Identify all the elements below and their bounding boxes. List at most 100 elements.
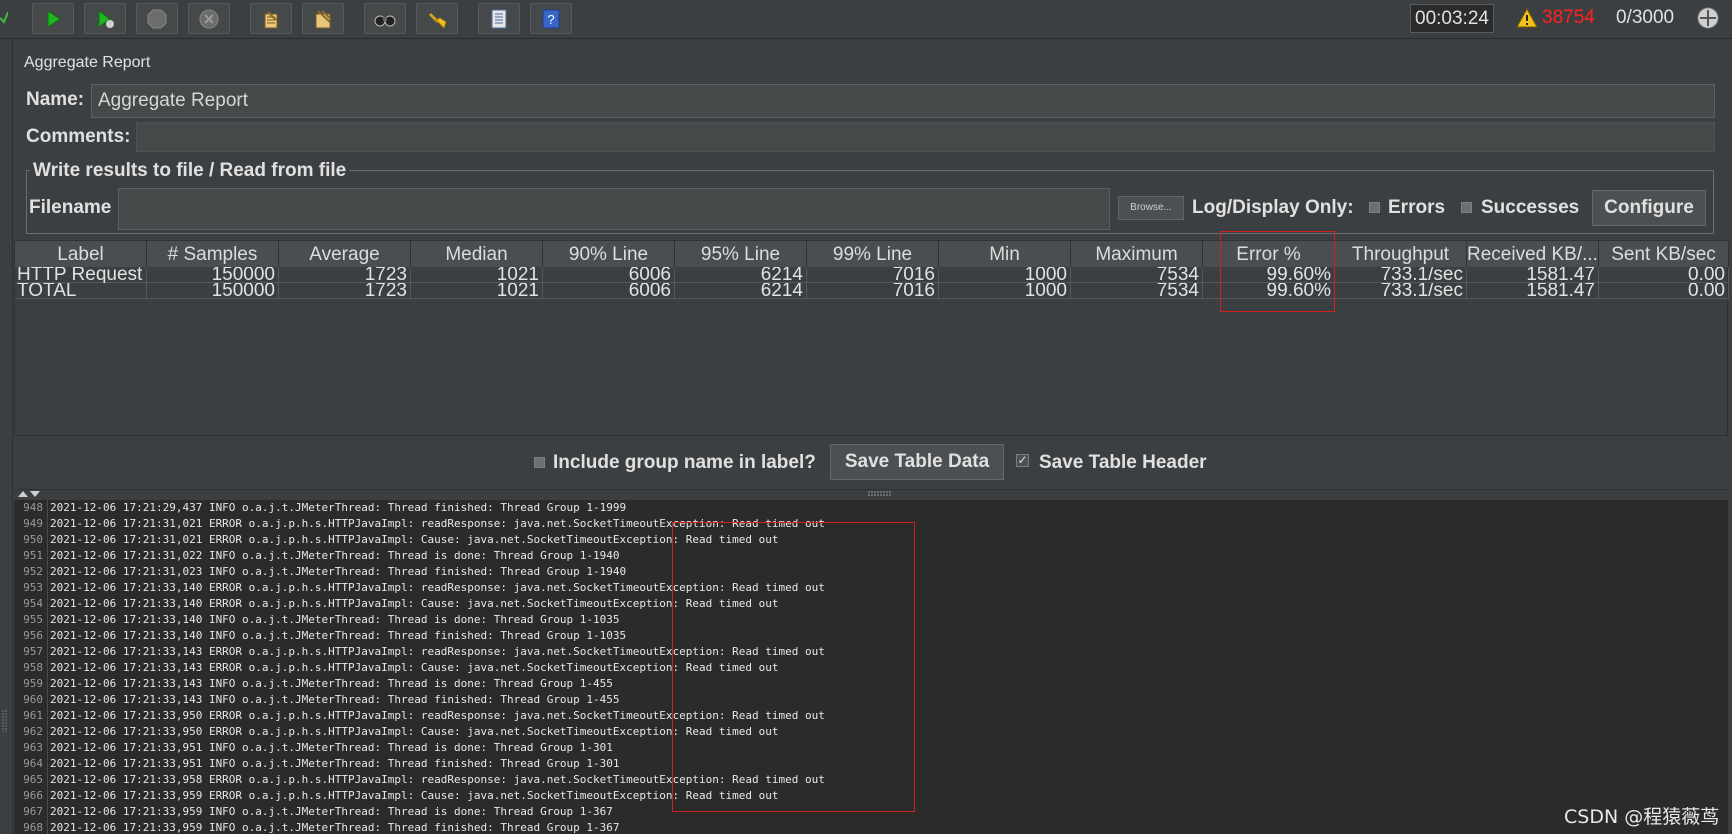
errors-checkbox[interactable] xyxy=(1369,202,1380,213)
stop-icon xyxy=(147,9,167,28)
line-number: 956 xyxy=(14,628,48,644)
line-number: 958 xyxy=(14,660,48,676)
log-line: 952 2021-12-06 17:21:31,023 INFO o.a.j.t.… xyxy=(14,564,626,580)
save-table-header-checkbox[interactable]: ✓ xyxy=(1016,454,1029,467)
successes-checkbox[interactable] xyxy=(1461,202,1472,213)
stop-button[interactable] xyxy=(136,3,178,34)
filename-field[interactable] xyxy=(118,188,1110,230)
clear-icon xyxy=(264,10,278,28)
log-text: 2021-12-06 17:21:33,959 INFO o.a.j.t.JMe… xyxy=(50,805,613,818)
table-cell: 1723 xyxy=(279,283,411,299)
browse-button[interactable]: Browse... xyxy=(1118,196,1184,220)
elapsed-timer: 00:03:24 xyxy=(1410,4,1494,33)
log-line: 960 2021-12-06 17:21:33,143 INFO o.a.j.t.… xyxy=(14,692,620,708)
log-text: 2021-12-06 17:21:33,951 INFO o.a.j.t.JMe… xyxy=(50,757,620,770)
remote-icon[interactable] xyxy=(1696,6,1720,30)
column-header[interactable]: 95% Line xyxy=(675,241,807,267)
column-header[interactable]: Received KB/... xyxy=(1467,241,1599,267)
include-group-checkbox[interactable] xyxy=(534,457,545,468)
log-text: 2021-12-06 17:21:33,951 INFO o.a.j.t.JMe… xyxy=(50,741,613,754)
table-cell: TOTAL xyxy=(15,283,147,299)
column-header[interactable]: Label xyxy=(15,241,147,267)
line-number: 959 xyxy=(14,676,48,692)
column-header[interactable]: Median xyxy=(411,241,543,267)
clear-all-icon xyxy=(315,9,332,28)
table-cell: 1723 xyxy=(279,267,411,283)
line-number: 967 xyxy=(14,804,48,820)
column-header[interactable]: 90% Line xyxy=(543,241,675,267)
comments-label: Comments: xyxy=(26,126,131,147)
include-group-label: Include group name in label? xyxy=(553,452,816,473)
log-line: 959 2021-12-06 17:21:33,143 INFO o.a.j.t.… xyxy=(14,676,613,692)
function-helper-button[interactable] xyxy=(478,3,520,34)
table-cell: 1581.47 xyxy=(1467,267,1599,283)
save-table-data-button[interactable]: Save Table Data xyxy=(830,444,1004,480)
column-header[interactable]: Sent KB/sec xyxy=(1599,241,1729,267)
grip-icon[interactable] xyxy=(868,490,892,497)
table-cell: 1000 xyxy=(939,283,1071,299)
line-number: 964 xyxy=(14,756,48,772)
column-header[interactable]: Throughput xyxy=(1335,241,1467,267)
clear-all-button[interactable] xyxy=(302,3,344,34)
timeout-highlight xyxy=(672,522,915,812)
column-header[interactable]: Maximum xyxy=(1071,241,1203,267)
log-line: 948 2021-12-06 17:21:29,437 INFO o.a.j.t.… xyxy=(14,500,626,516)
line-number: 963 xyxy=(14,740,48,756)
configure-button[interactable]: Configure xyxy=(1592,190,1706,226)
clear-button[interactable] xyxy=(250,3,292,34)
error-percent-highlight xyxy=(1220,231,1335,312)
file-fieldset-legend: Write results to file / Read from file xyxy=(30,160,350,182)
table-cell: 1000 xyxy=(939,267,1071,283)
line-number: 965 xyxy=(14,772,48,788)
table-cell: 6006 xyxy=(543,267,675,283)
log-line: 962 2021-12-06 17:21:33,950 ERROR o.a.j.p… xyxy=(14,724,778,740)
start-button[interactable] xyxy=(32,3,74,34)
table-cell: 1021 xyxy=(411,267,543,283)
search-icon xyxy=(374,15,396,26)
table-cell: 1581.47 xyxy=(1467,283,1599,299)
watermark: CSDN @程猿薇茑 xyxy=(1564,806,1720,828)
table-cell: 0.00 xyxy=(1599,267,1729,283)
line-number: 962 xyxy=(14,724,48,740)
grip-icon[interactable] xyxy=(2,710,8,732)
search-button[interactable] xyxy=(364,3,406,34)
table-cell: 6006 xyxy=(543,283,675,299)
line-number: 966 xyxy=(14,788,48,804)
shutdown-button[interactable] xyxy=(188,3,230,34)
log-text: 2021-12-06 17:21:33,143 INFO o.a.j.t.JMe… xyxy=(50,693,620,706)
log-display-label: Log/Display Only: xyxy=(1192,197,1354,218)
log-text: 2021-12-06 17:21:33,959 INFO o.a.j.t.JMe… xyxy=(50,821,620,834)
comments-field[interactable] xyxy=(136,122,1715,152)
log-text: 2021-12-06 17:21:31,023 INFO o.a.j.t.JMe… xyxy=(50,565,627,578)
table-cell: 7534 xyxy=(1071,267,1203,283)
log-line: 964 2021-12-06 17:21:33,951 INFO o.a.j.t.… xyxy=(14,756,620,772)
log-line: 968 2021-12-06 17:21:33,959 INFO o.a.j.t.… xyxy=(14,820,620,834)
table-cell: HTTP Request xyxy=(15,267,147,283)
help-icon: ? xyxy=(542,9,560,28)
help-button[interactable]: ? xyxy=(530,3,572,34)
start-no-pauses-icon xyxy=(98,9,114,28)
log-text: 2021-12-06 17:21:33,959 ERROR o.a.j.p.h.… xyxy=(50,789,779,802)
start-no-pauses-button[interactable] xyxy=(84,3,126,34)
reset-search-button[interactable] xyxy=(416,3,458,34)
table-row[interactable]: HTTP Request 150000 1723 1021 6006 6214 … xyxy=(15,267,1729,283)
table-cell: 150000 xyxy=(147,267,279,283)
line-number: 952 xyxy=(14,564,48,580)
column-header[interactable]: 99% Line xyxy=(807,241,939,267)
log-line: 958 2021-12-06 17:21:33,143 ERROR o.a.j.p… xyxy=(14,660,778,676)
name-field[interactable]: Aggregate Report xyxy=(91,84,1715,118)
column-header[interactable]: # Samples xyxy=(147,241,279,267)
table-row[interactable]: TOTAL 150000 1723 1021 6006 6214 7016 10… xyxy=(15,283,1729,299)
log-text: 2021-12-06 17:21:31,021 ERROR o.a.j.p.h.… xyxy=(50,533,779,546)
line-number: 955 xyxy=(14,612,48,628)
column-header[interactable]: Average xyxy=(279,241,411,267)
column-header[interactable]: Min xyxy=(939,241,1071,267)
name-label: Name: xyxy=(26,89,85,110)
log-text: 2021-12-06 17:21:29,437 INFO o.a.j.t.JMe… xyxy=(50,501,627,514)
log-line: 954 2021-12-06 17:21:33,140 ERROR o.a.j.p… xyxy=(14,596,778,612)
splitter-arrows-icon[interactable] xyxy=(16,490,42,498)
log-text: 2021-12-06 17:21:31,022 INFO o.a.j.t.JMe… xyxy=(50,549,620,562)
line-number: 961 xyxy=(14,708,48,724)
check-icon[interactable] xyxy=(0,8,8,28)
warning-icon[interactable] xyxy=(1516,8,1538,28)
